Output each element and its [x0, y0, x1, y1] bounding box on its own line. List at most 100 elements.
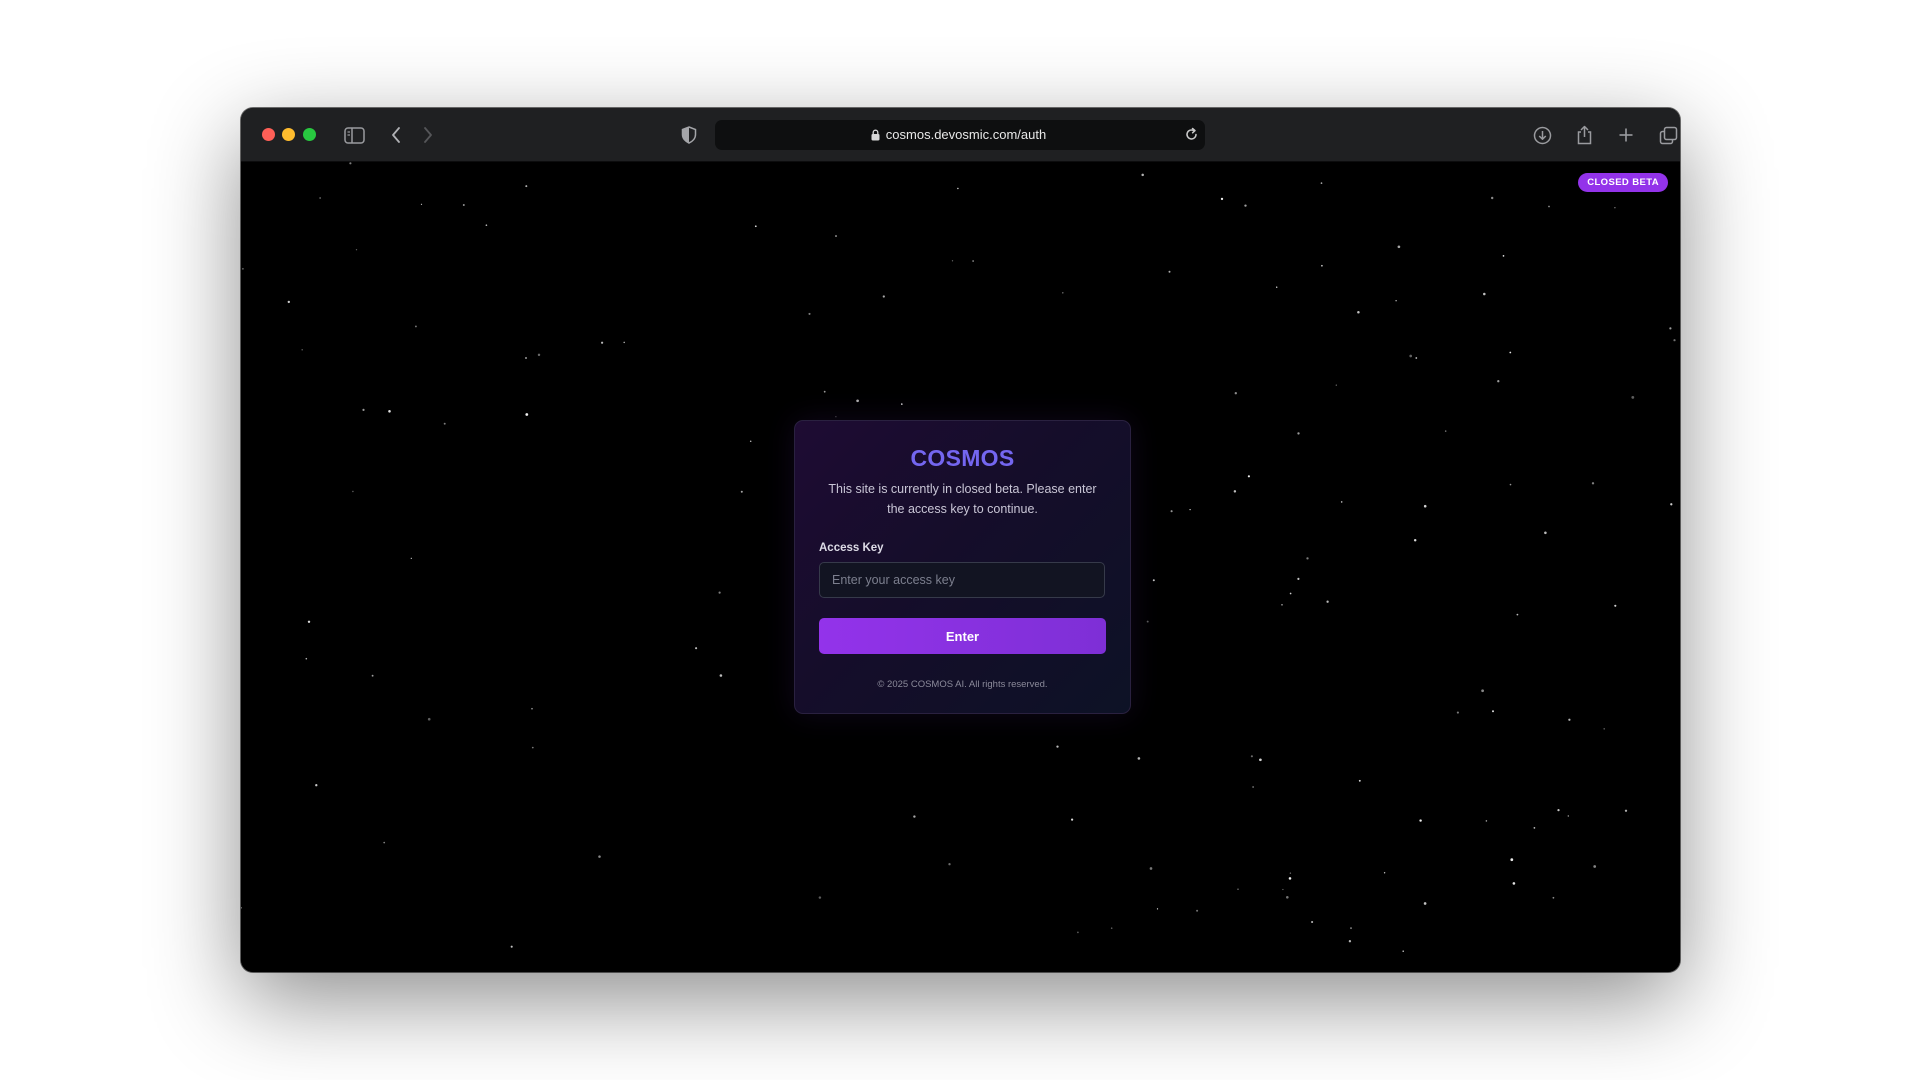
star [623, 341, 625, 344]
address-bar[interactable]: cosmos.devosmic.com/auth [715, 120, 1205, 150]
star [1220, 197, 1224, 201]
star [1614, 207, 1616, 209]
star [1286, 896, 1289, 899]
star [818, 896, 822, 899]
star [443, 422, 446, 425]
star [1259, 758, 1262, 762]
star [1306, 557, 1309, 560]
star [1423, 902, 1427, 905]
star [882, 295, 885, 298]
star [1669, 327, 1672, 330]
star [1492, 710, 1494, 713]
shield-icon[interactable] [677, 123, 701, 147]
star [388, 410, 391, 413]
access-key-input[interactable] [819, 562, 1105, 598]
star [695, 647, 698, 650]
star [718, 591, 721, 594]
star [1326, 600, 1329, 603]
star [1276, 286, 1278, 288]
star [1358, 779, 1361, 782]
star [531, 746, 534, 749]
star [1237, 888, 1239, 891]
back-icon[interactable] [384, 123, 408, 147]
star [1631, 396, 1635, 399]
forward-icon[interactable] [416, 123, 440, 147]
url-text: cosmos.devosmic.com/auth [885, 127, 1047, 142]
star [371, 674, 374, 677]
star [427, 717, 431, 721]
closed-beta-badge: CLOSED BETA [1578, 173, 1668, 192]
maximize-window-button[interactable] [303, 128, 316, 141]
star [972, 260, 974, 262]
star [531, 707, 533, 710]
star [1234, 392, 1237, 395]
star [856, 399, 859, 403]
star [1497, 380, 1500, 383]
star [1146, 620, 1149, 623]
star [1250, 755, 1253, 758]
star [601, 341, 604, 344]
star [1196, 909, 1199, 912]
star [1557, 808, 1560, 812]
star [1397, 245, 1401, 249]
star [1168, 270, 1171, 273]
star [1297, 577, 1300, 580]
star [1409, 354, 1413, 358]
star [1624, 809, 1628, 812]
star [823, 390, 826, 393]
star [749, 440, 752, 442]
star [383, 841, 386, 844]
star [1281, 604, 1283, 606]
star [1141, 173, 1144, 177]
copyright-footer: © 2025 COSMOS AI. All rights reserved. [877, 679, 1048, 690]
star [1670, 503, 1673, 506]
star [1490, 196, 1494, 200]
download-icon[interactable] [1530, 123, 1554, 147]
star [414, 325, 417, 328]
share-icon[interactable] [1572, 123, 1596, 147]
star [598, 855, 601, 858]
star [1502, 255, 1505, 257]
star [315, 784, 318, 787]
star [307, 620, 311, 624]
star [1419, 819, 1422, 822]
star [1395, 300, 1397, 302]
star [349, 162, 352, 165]
minimize-window-button[interactable] [282, 128, 295, 141]
star [1289, 592, 1292, 595]
star [1357, 311, 1360, 314]
star [1509, 351, 1512, 354]
auth-card: COSMOS This site is currently in closed … [794, 420, 1131, 714]
tabs-overview-icon[interactable] [1656, 123, 1680, 147]
star [485, 224, 488, 227]
star [1149, 867, 1153, 870]
star [948, 863, 951, 866]
reload-icon[interactable] [1184, 127, 1199, 147]
star [901, 403, 903, 405]
star [1456, 711, 1459, 714]
star [525, 185, 528, 188]
star [719, 674, 723, 677]
star [1170, 510, 1173, 513]
star [957, 187, 959, 190]
star [1568, 718, 1571, 721]
star [835, 235, 837, 237]
star [305, 657, 308, 660]
star [1189, 508, 1191, 511]
star [951, 260, 954, 262]
star [462, 204, 465, 206]
star [1383, 872, 1386, 874]
star [525, 413, 529, 416]
star [241, 906, 242, 909]
new-tab-icon[interactable] [1614, 123, 1638, 147]
star [1509, 483, 1512, 486]
sidebar-toggle-icon[interactable] [342, 123, 366, 147]
star [1591, 482, 1595, 485]
star [1673, 339, 1676, 342]
star [1548, 205, 1550, 208]
star [1552, 896, 1555, 899]
enter-button[interactable]: Enter [819, 618, 1106, 654]
close-window-button[interactable] [262, 128, 275, 141]
star [1423, 504, 1427, 508]
star [1056, 745, 1059, 748]
